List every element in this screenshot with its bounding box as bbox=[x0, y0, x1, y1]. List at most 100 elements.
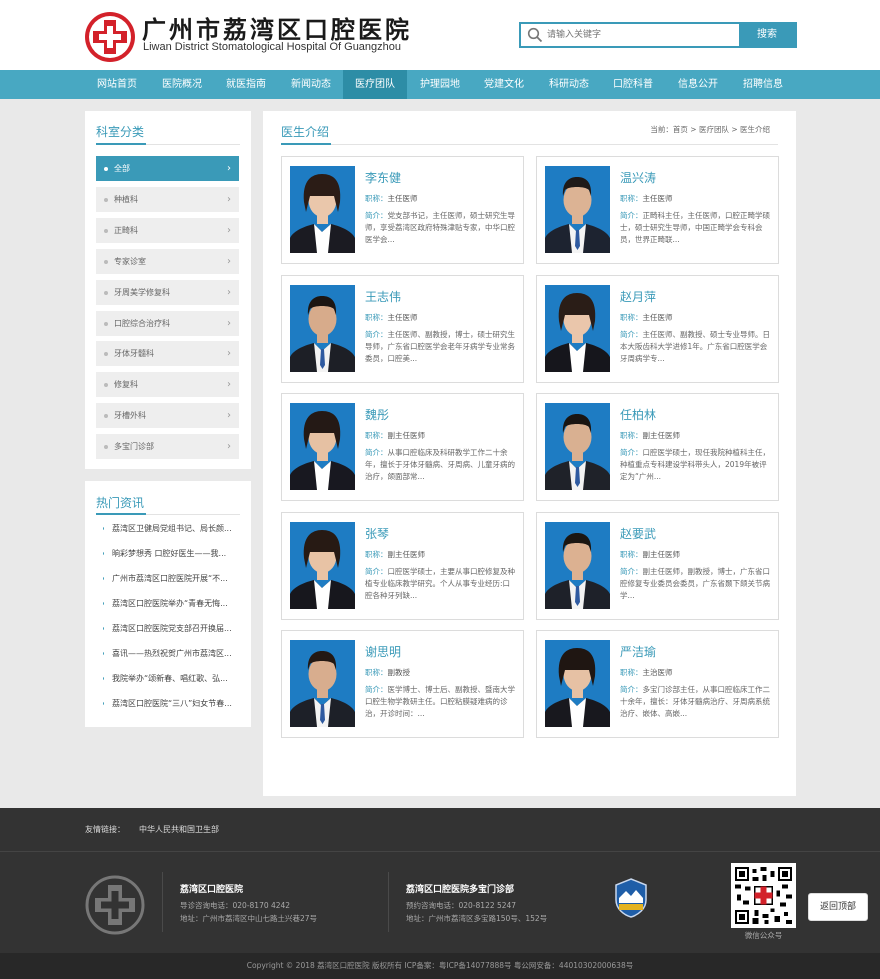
doctor-photo[interactable] bbox=[290, 166, 355, 253]
nav-item[interactable]: 党建文化 bbox=[472, 70, 536, 99]
news-item[interactable]: 荔湾区口腔医院举办“青春无悔... bbox=[103, 598, 243, 609]
news-item[interactable]: 荔湾区卫健局党组书记、局长颜... bbox=[103, 523, 243, 534]
doctor-intro: 简介：副主任医师，副教授，博士，广东省口腔修复专业委员会委员，广东省颞下颌关节病… bbox=[620, 566, 772, 602]
doctor-portrait-icon bbox=[290, 640, 355, 727]
doctor-name[interactable]: 严洁瑜 bbox=[620, 643, 656, 660]
news-link[interactable]: 荔湾区口腔医院党支部召开换届... bbox=[103, 624, 232, 633]
doctor-card[interactable]: 任柏林 职称：副主任医师 简介：口腔医学硕士，现任我院种植科主任，种植重点专科建设学… bbox=[536, 393, 779, 501]
doctor-photo[interactable] bbox=[545, 640, 610, 727]
news-link[interactable]: 晌彩梦想秀 口腔好医生——我... bbox=[103, 549, 226, 558]
friend-links-label: 友情链接： bbox=[85, 825, 125, 834]
doctor-photo[interactable] bbox=[290, 521, 355, 609]
category-item[interactable]: 正畸科 › bbox=[96, 217, 239, 243]
news-item[interactable]: 广州市荔湾区口腔医院开展“不... bbox=[103, 573, 243, 584]
back-to-top-button[interactable]: 返回顶部 bbox=[808, 893, 868, 921]
news-item[interactable]: 荔湾区口腔医院党支部召开换届... bbox=[103, 623, 243, 634]
doctor-photo[interactable] bbox=[545, 166, 610, 253]
news-link[interactable]: 荔湾区口腔医院“三八”妇女节春... bbox=[103, 699, 232, 708]
nav-item[interactable]: 科研动态 bbox=[537, 70, 601, 99]
doctor-name[interactable]: 赵月萍 bbox=[620, 288, 656, 305]
nav-item[interactable]: 信息公开 bbox=[666, 70, 730, 99]
doctor-photo[interactable] bbox=[290, 403, 355, 490]
doctor-photo[interactable] bbox=[290, 284, 355, 372]
site-title: 广州市荔湾区口腔医院 bbox=[142, 15, 412, 44]
nav-item[interactable]: 护理园地 bbox=[408, 70, 472, 99]
intro-label: 简介： bbox=[365, 448, 388, 457]
doctor-name[interactable]: 张琴 bbox=[365, 525, 389, 542]
category-item[interactable]: 种植科 › bbox=[96, 186, 239, 212]
doctor-card[interactable]: 王志伟 职称：主任医师 简介：主任医师、副教授，博士，硕士研究生导师，广东省口腔医学… bbox=[281, 274, 524, 383]
doctor-title: 职称：副主任医师 bbox=[620, 549, 680, 560]
news-link[interactable]: 荔湾区口腔医院举办“青春无悔... bbox=[103, 599, 228, 608]
category-item[interactable]: 修复科 › bbox=[96, 372, 239, 398]
doctor-card[interactable]: 李东健 职称：主任医师 简介：党支部书记，主任医师，硕士研究生导师，享受荔湾区政府特… bbox=[281, 156, 524, 264]
news-link[interactable]: 荔湾区卫健局党组书记、局长颜... bbox=[103, 524, 232, 533]
category-item[interactable]: 全部 › bbox=[96, 156, 239, 181]
role-value: 副教授 bbox=[387, 668, 411, 677]
public-institution-badge-icon[interactable] bbox=[614, 878, 648, 918]
category-item[interactable]: 牙体牙髓科 › bbox=[96, 341, 239, 367]
hospital-logo-icon[interactable] bbox=[84, 11, 136, 63]
friend-link[interactable]: 中华人民共和国卫生部 bbox=[139, 825, 219, 834]
doctor-name[interactable]: 任柏林 bbox=[620, 406, 656, 423]
news-item[interactable]: 喜讯——热烈祝贺广州市荔湾区... bbox=[103, 648, 243, 659]
category-item[interactable]: 多宝门诊部 › bbox=[96, 434, 239, 460]
nav-item[interactable]: 招聘信息 bbox=[731, 70, 795, 99]
intro-value: 多宝门诊部主任，从事口腔临床工作二十余年，擅长：牙体牙髓病治疗、牙周病系统治疗、… bbox=[620, 685, 770, 718]
news-item[interactable]: 荔湾区口腔医院“三八”妇女节春... bbox=[103, 698, 243, 709]
role-label: 职称： bbox=[620, 194, 643, 203]
role-label: 职称： bbox=[620, 312, 643, 322]
doctor-card[interactable]: 谢思明职称：副教授简介：医学博士、博士后、副教授、暨南大学口腔生物学教研主任。口… bbox=[281, 630, 524, 738]
search-icon bbox=[527, 27, 543, 43]
intro-label: 简介： bbox=[620, 685, 643, 694]
doctor-card[interactable]: 严洁瑜 职称：主治医师 简介：多宝门诊部主任，从事口腔临床工作二十余年，擅长：牙体牙… bbox=[536, 630, 779, 738]
doctor-title: 职称：副主任医师 bbox=[365, 430, 425, 441]
intro-value: 主任医师、副教授、硕士专业导师。日本大阪齿科大学进修1年。广东省口腔医学会牙周病… bbox=[620, 329, 770, 363]
doctor-name[interactable]: 谢思明 bbox=[365, 643, 401, 660]
category-panel: 科室分类 全部 › 种植科 › 正畸科 › 专家诊室 › 牙周美学修复科 › 口腔综合治疗科 › 牙体牙… bbox=[85, 111, 251, 469]
doctor-name[interactable]: 王志伟 bbox=[365, 288, 401, 305]
role-value: 主任医师 bbox=[387, 194, 418, 203]
doctor-intro: 简介：主任医师、副教授、硕士专业导师。日本大阪齿科大学进修1年。广东省口腔医学会… bbox=[620, 329, 772, 365]
doctor-photo[interactable] bbox=[545, 403, 610, 490]
doctor-card[interactable]: 张琴 职称：副主任医师 简介：口腔医学硕士，主要从事口腔修复及种植专业临床教学研究。… bbox=[281, 511, 524, 620]
doctor-name[interactable]: 赵要武 bbox=[620, 525, 656, 542]
doctor-photo[interactable] bbox=[545, 284, 610, 372]
doctor-photo[interactable] bbox=[545, 521, 610, 609]
doctor-portrait-icon bbox=[545, 521, 610, 609]
hospital-name: 荔湾区口腔医院 bbox=[180, 885, 244, 895]
news-link[interactable]: 广州市荔湾区口腔医院开展“不... bbox=[103, 574, 228, 583]
nav-item[interactable]: 医疗团队 bbox=[343, 70, 407, 99]
nav-item[interactable]: 口腔科普 bbox=[601, 70, 665, 99]
search-input[interactable] bbox=[547, 24, 737, 46]
friend-links: 友情链接： 中华人民共和国卫生部 bbox=[85, 824, 219, 835]
category-item[interactable]: 牙周美学修复科 › bbox=[96, 279, 239, 305]
search-box: 搜索 bbox=[519, 22, 797, 48]
doctor-title: 职称：副教授 bbox=[365, 667, 410, 678]
search-button[interactable]: 搜索 bbox=[739, 24, 795, 46]
bullet-icon bbox=[104, 352, 108, 357]
doctor-card[interactable]: 魏彤 职称：副主任医师 简介：从事口腔临床及科研教学工作二十余年，擅长于牙体牙髓病、… bbox=[281, 393, 524, 501]
news-item[interactable]: 晌彩梦想秀 口腔好医生——我... bbox=[103, 548, 243, 559]
category-item[interactable]: 口腔综合治疗科 › bbox=[96, 310, 239, 336]
doctor-card[interactable]: 温兴涛 职称：主任医师 简介：正畸科主任，主任医师，口腔正畸学硕士，硕士研究生导师，… bbox=[536, 156, 779, 264]
doctor-portrait-icon bbox=[290, 166, 355, 253]
nav-item[interactable]: 就医指南 bbox=[214, 70, 278, 99]
news-link[interactable]: 喜讯——热烈祝贺广州市荔湾区... bbox=[103, 649, 232, 658]
nav-item[interactable]: 医院概况 bbox=[150, 70, 214, 99]
nav-item[interactable]: 新闻动态 bbox=[279, 70, 343, 99]
nav-item[interactable]: 网站首页 bbox=[85, 70, 149, 99]
doctor-photo[interactable] bbox=[290, 640, 355, 727]
news-link[interactable]: 我院举办“颂新春、唱红歌、弘... bbox=[103, 674, 228, 683]
copyright-text: Copyright © 2018 荔湾区口腔医院 版权所有 ICP备案：粤ICP… bbox=[246, 961, 634, 970]
doctor-card[interactable]: 赵月萍 职称：主任医师 简介：主任医师、副教授、硕士专业导师。日本大阪齿科大学进修1… bbox=[536, 274, 779, 383]
category-item[interactable]: 牙槽外科 › bbox=[96, 403, 239, 429]
category-item[interactable]: 专家诊室 › bbox=[96, 248, 239, 274]
news-item[interactable]: 我院举办“颂新春、唱红歌、弘... bbox=[103, 673, 243, 684]
doctor-title: 职称：主任医师 bbox=[620, 193, 673, 204]
doctor-name[interactable]: 魏彤 bbox=[365, 406, 389, 423]
doctor-card[interactable]: 赵要武职称：副主任医师简介：副主任医师，副教授，博士，广东省口腔修复专业委员会委… bbox=[536, 511, 779, 620]
doctor-name[interactable]: 李东健 bbox=[365, 169, 401, 186]
doctor-intro: 简介：医学博士、博士后、副教授、暨南大学口腔生物学教研主任。口腔粘膜疑难病的诊治… bbox=[365, 684, 517, 720]
doctor-name[interactable]: 温兴涛 bbox=[620, 169, 656, 186]
